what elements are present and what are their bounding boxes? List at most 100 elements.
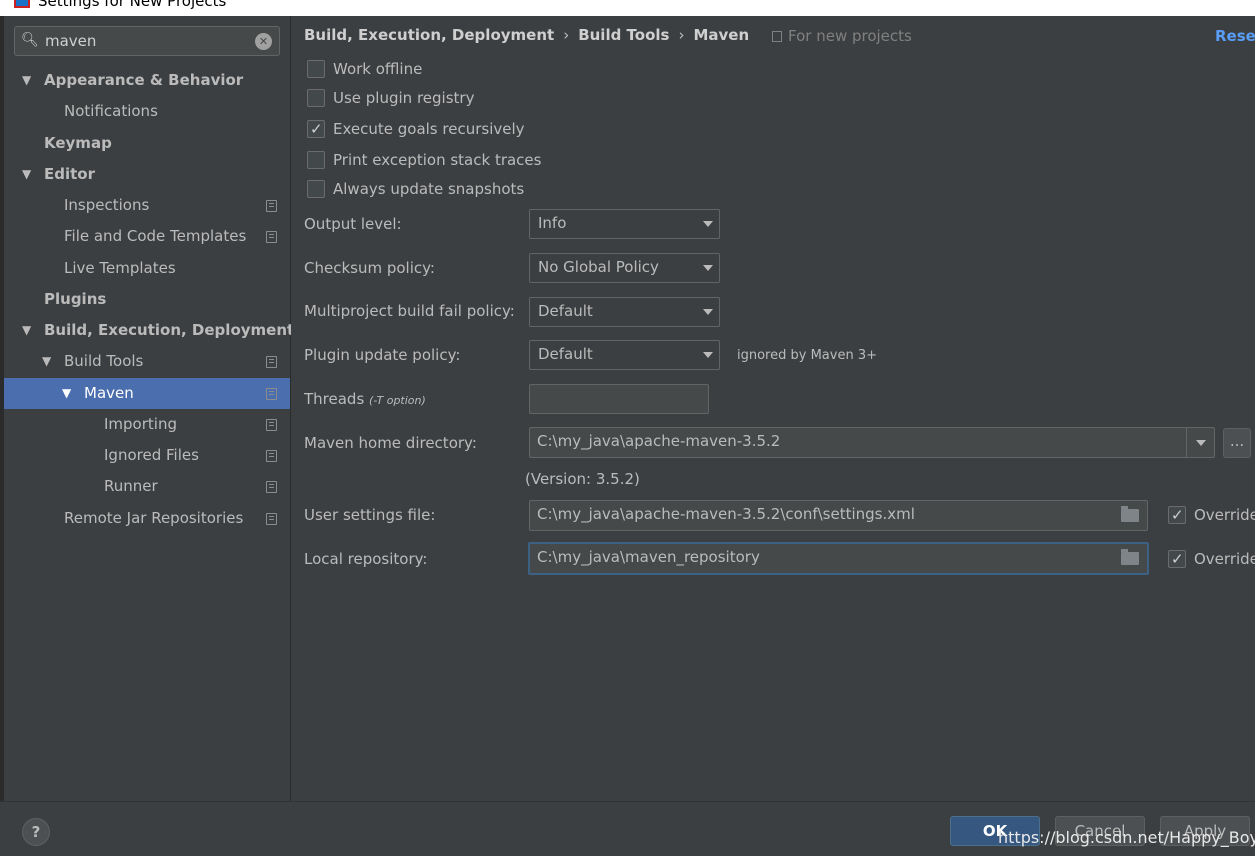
- tree-item-plugins[interactable]: Plugins: [4, 284, 290, 315]
- checkbox-label: Always update snapshots: [333, 180, 525, 198]
- execute-goals-recursively-checkbox[interactable]: [307, 117, 325, 141]
- tree-item-keymap[interactable]: Keymap: [4, 128, 290, 159]
- tree-item-maven[interactable]: ▼ Maven: [4, 378, 290, 409]
- plugin-update-policy-note: ignored by Maven 3+: [737, 348, 877, 363]
- window-title: Settings for New Projects: [38, 0, 227, 10]
- breadcrumb-item: Build Tools: [578, 26, 670, 44]
- output-level-label: Output level:: [304, 215, 402, 233]
- tree-item-runner[interactable]: Runner: [4, 471, 290, 502]
- always-update-snapshots-checkbox[interactable]: [307, 180, 325, 198]
- threads-label-text: Threads: [304, 390, 365, 408]
- project-level-icon: [266, 450, 277, 462]
- tree-item-ignored-files[interactable]: Ignored Files: [4, 440, 290, 471]
- checkbox-label: Execute goals recursively: [333, 120, 525, 138]
- tree-item-label: Editor: [44, 165, 95, 183]
- work-offline-checkbox[interactable]: [307, 60, 325, 78]
- project-level-icon: [266, 200, 277, 212]
- chevron-down-icon: [703, 352, 713, 358]
- tree-item-label: Importing: [104, 415, 177, 433]
- chevron-down-icon: [703, 265, 713, 271]
- maven-settings-panel: Build, Execution, Deployment › Build Tools…: [291, 16, 1255, 801]
- maven-home-value: C:\my_java\apache-maven-3.5.2: [537, 432, 781, 450]
- local-repository-override-checkbox[interactable]: [1168, 547, 1186, 571]
- maven-home-combo[interactable]: C:\my_java\apache-maven-3.5.2: [529, 427, 1215, 458]
- user-settings-value: C:\my_java\apache-maven-3.5.2\conf\setti…: [537, 505, 915, 523]
- checksum-policy-dropdown[interactable]: No Global Policy: [529, 253, 720, 283]
- settings-sidebar: 🔍︎ ✕ ▼ Appearance & Behavior Notificatio…: [0, 16, 294, 801]
- user-settings-label: User settings file:: [304, 506, 436, 524]
- dropdown-value: Default: [538, 302, 593, 320]
- plugin-update-policy-label: Plugin update policy:: [304, 346, 461, 364]
- override-label: Override: [1194, 506, 1255, 524]
- expanded-arrow-icon[interactable]: ▼: [62, 378, 71, 409]
- override-label: Override: [1194, 550, 1255, 568]
- project-level-icon: [266, 419, 277, 431]
- folder-icon[interactable]: [1121, 549, 1139, 565]
- tree-item-importing[interactable]: Importing: [4, 409, 290, 440]
- window-title-bar: Settings for New Projects: [0, 0, 1255, 16]
- tree-item-inspections[interactable]: Inspections: [4, 190, 290, 221]
- tree-item-editor[interactable]: ▼ Editor: [4, 159, 290, 190]
- tree-item-label: Keymap: [44, 134, 112, 152]
- checkbox-label: Work offline: [333, 60, 423, 78]
- local-repository-value: C:\my_java\maven_repository: [537, 548, 760, 566]
- dialog-button-bar: ? OK Cancel Apply https://blog.csdn.net/…: [0, 801, 1255, 856]
- breadcrumb-separator: ›: [678, 26, 685, 44]
- user-settings-input[interactable]: C:\my_java\apache-maven-3.5.2\conf\setti…: [529, 500, 1148, 531]
- tree-item-build-execution-deployment[interactable]: ▼ Build, Execution, Deployment: [4, 315, 294, 346]
- search-input[interactable]: [45, 30, 245, 52]
- settings-search-box[interactable]: 🔍︎ ✕: [14, 26, 280, 56]
- project-level-icon: [266, 231, 277, 243]
- tree-item-label: Ignored Files: [104, 446, 199, 464]
- tree-item-label: Notifications: [64, 102, 158, 120]
- chevron-down-icon: [1196, 440, 1206, 446]
- dropdown-value: Default: [538, 345, 593, 363]
- tree-item-file-code-templates[interactable]: File and Code Templates: [4, 221, 290, 252]
- expanded-arrow-icon[interactable]: ▼: [22, 315, 31, 346]
- local-repository-input[interactable]: C:\my_java\maven_repository: [528, 542, 1149, 575]
- clear-icon[interactable]: ✕: [255, 33, 272, 50]
- use-plugin-registry-checkbox[interactable]: [307, 89, 325, 107]
- tree-item-label: Remote Jar Repositories: [64, 509, 244, 527]
- checkbox-label: Use plugin registry: [333, 89, 475, 107]
- tree-item-label: Plugins: [44, 290, 107, 308]
- tree-item-appearance-behavior[interactable]: ▼ Appearance & Behavior: [4, 65, 290, 96]
- tree-item-label: Live Templates: [64, 259, 176, 277]
- checksum-policy-label: Checksum policy:: [304, 259, 435, 277]
- fail-policy-dropdown[interactable]: Default: [529, 297, 720, 327]
- chevron-down-icon: [703, 221, 713, 227]
- tree-item-build-tools[interactable]: ▼ Build Tools: [4, 346, 290, 377]
- intellij-app-icon: [14, 0, 30, 8]
- tree-item-label: Inspections: [64, 196, 150, 214]
- folder-icon[interactable]: [1121, 506, 1139, 522]
- expanded-arrow-icon[interactable]: ▼: [22, 159, 31, 190]
- maven-home-browse-button[interactable]: ...: [1223, 428, 1251, 458]
- fail-policy-label: Multiproject build fail policy:: [304, 302, 515, 320]
- breadcrumb: Build, Execution, Deployment › Build Tools…: [304, 26, 749, 44]
- breadcrumb-separator: ›: [563, 26, 570, 44]
- tree-item-notifications[interactable]: Notifications: [4, 96, 290, 127]
- expanded-arrow-icon[interactable]: ▼: [22, 65, 31, 96]
- tree-item-label: Appearance & Behavior: [44, 71, 244, 89]
- expanded-arrow-icon[interactable]: ▼: [42, 346, 51, 377]
- chevron-down-icon: [703, 309, 713, 315]
- scope-note: For new projects: [772, 27, 912, 45]
- tree-item-remote-jar-repositories[interactable]: Remote Jar Repositories: [4, 503, 290, 534]
- scope-note-text: For new projects: [788, 27, 912, 45]
- reset-link[interactable]: Reset: [1215, 27, 1255, 45]
- project-level-icon: [266, 513, 277, 525]
- help-button[interactable]: ?: [22, 818, 50, 846]
- output-level-dropdown[interactable]: Info: [529, 209, 720, 239]
- threads-hint: (-T option): [369, 394, 426, 407]
- tree-item-live-templates[interactable]: Live Templates: [4, 253, 290, 284]
- tree-item-label: Build Tools: [64, 352, 144, 370]
- maven-home-dropdown-button[interactable]: [1186, 428, 1214, 458]
- threads-input[interactable]: [529, 384, 709, 414]
- plugin-update-policy-dropdown[interactable]: Default: [529, 340, 720, 370]
- tree-item-label: File and Code Templates: [64, 227, 247, 245]
- local-repository-label: Local repository:: [304, 550, 428, 568]
- maven-home-label: Maven home directory:: [304, 434, 477, 452]
- project-level-icon: [266, 388, 277, 400]
- print-exception-stack-traces-checkbox[interactable]: [307, 151, 325, 169]
- user-settings-override-checkbox[interactable]: [1168, 503, 1186, 527]
